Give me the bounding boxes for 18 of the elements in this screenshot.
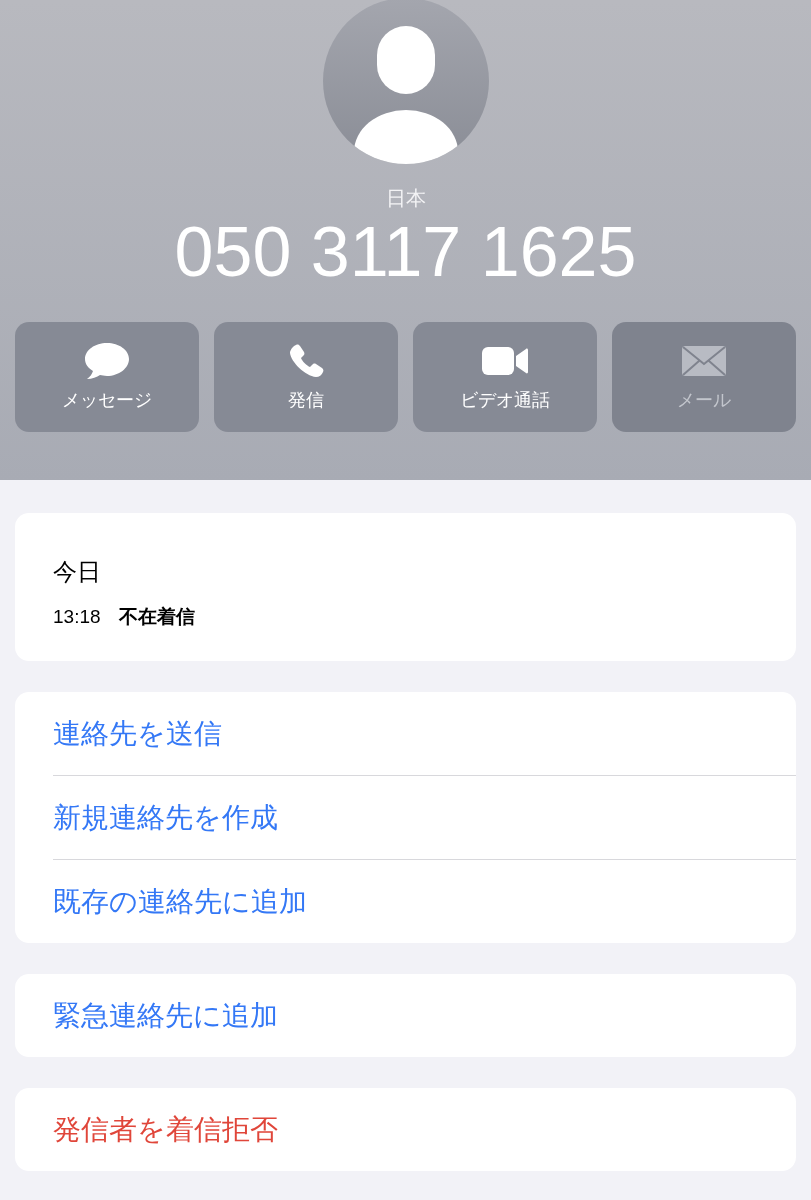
option-link[interactable]: 既存の連絡先に追加 [53,880,307,923]
call-type: 不在着信 [118,605,195,629]
action-button[interactable]: 発信 [214,322,398,432]
avatar-icon [322,0,489,164]
option-link[interactable]: 新規連絡先を作成 [53,796,278,839]
country-label: 日本 [385,186,426,210]
chat-bubble-icon [84,341,130,380]
video-camera-icon [482,345,528,376]
option-link[interactable]: 緊急連絡先に追加 [53,994,278,1037]
action-button[interactable]: ビデオ通話 [413,322,597,432]
phone-number: 050 3117 1625 [174,214,637,290]
option-link[interactable]: 連絡先を送信 [53,712,222,755]
action-button[interactable]: メッセージ [15,322,199,432]
block-caller-link[interactable]: 発信者を着信拒否 [53,1108,278,1151]
phone-icon [288,342,324,379]
date-label: 今日 [53,557,101,587]
call-time: 13:18 [53,605,101,629]
envelope-icon [681,344,727,377]
